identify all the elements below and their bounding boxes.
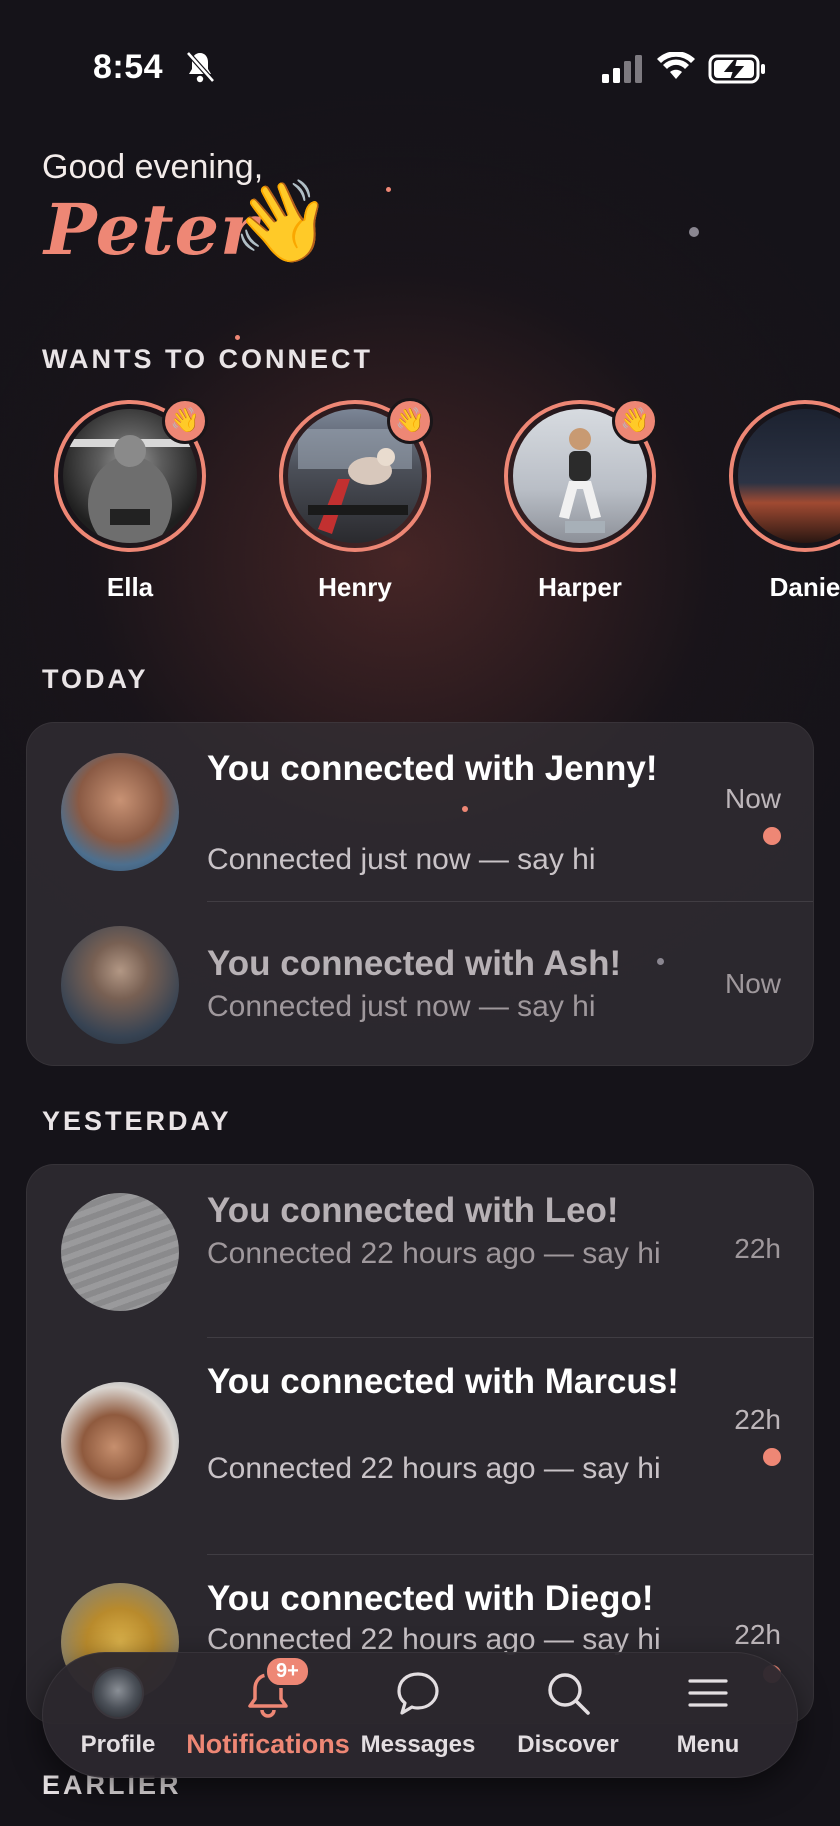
silent-mode-icon xyxy=(186,51,215,83)
avatar[interactable]: 👋 xyxy=(54,398,208,552)
connect-request-ella[interactable]: 👋 Ella xyxy=(40,398,220,603)
connect-request-danie[interactable]: Danie xyxy=(715,400,840,603)
person-name: Henry xyxy=(318,572,392,602)
tab-messages[interactable]: Messages xyxy=(343,1653,493,1779)
bottom-tab-bar: Profile 9+ Notifications Messages Discov… xyxy=(42,1652,798,1778)
avatar xyxy=(61,926,179,1044)
timestamp: 22h xyxy=(734,1404,781,1435)
battery-charging-icon xyxy=(708,54,765,84)
connect-request-row: 👋 Ella 👋 Henry 👋 Harper Danie xyxy=(0,398,840,610)
connect-request-henry[interactable]: 👋 Henry xyxy=(265,398,445,603)
wifi-icon xyxy=(657,52,695,79)
waving-hand-icon: 👋 xyxy=(232,177,332,266)
list-item[interactable]: You connected with Jenny! Connected just… xyxy=(27,723,813,901)
unread-dot xyxy=(763,1448,781,1466)
tab-discover[interactable]: Discover xyxy=(493,1653,643,1779)
tab-label: Messages xyxy=(360,1731,476,1758)
timestamp: 22h xyxy=(734,1619,781,1650)
today-card: You connected with Jenny! Connected just… xyxy=(26,722,814,1066)
user-name: Peter xyxy=(44,188,259,271)
decor-dot xyxy=(462,806,468,812)
avatar xyxy=(92,1667,144,1719)
decor-dot xyxy=(657,958,664,965)
avatar xyxy=(61,1193,179,1311)
chat-bubble-icon xyxy=(397,1672,439,1715)
wave-badge-icon: 👋 xyxy=(387,398,433,444)
avatar[interactable]: 👋 xyxy=(504,398,658,552)
decor-dot xyxy=(689,227,699,237)
avatar xyxy=(61,1382,179,1500)
list-item[interactable]: You connected with Leo! Connected 22 hou… xyxy=(27,1165,813,1337)
timestamp: Now xyxy=(724,783,781,814)
section-header-today: TODAY xyxy=(42,664,149,694)
cell-signal-icon xyxy=(602,55,642,83)
timestamp: 22h xyxy=(734,1233,781,1264)
tab-notifications[interactable]: 9+ Notifications xyxy=(183,1653,353,1779)
section-header-yesterday: YESTERDAY xyxy=(42,1106,232,1136)
notification-subtitle: Connected 22 hours ago — say hi xyxy=(207,1452,661,1485)
notification-title: You connected with Ash! xyxy=(207,944,622,983)
list-item[interactable]: You connected with Marcus! Connected 22 … xyxy=(27,1338,813,1554)
notification-count-badge: 9+ xyxy=(264,1655,311,1688)
notification-title: You connected with Marcus! xyxy=(207,1362,679,1401)
notification-title: You connected with Jenny! xyxy=(207,749,658,788)
status-bar: 8:54 xyxy=(0,0,840,140)
tab-label: Notifications xyxy=(186,1729,350,1759)
timestamp: Now xyxy=(724,968,781,999)
wave-badge-icon: 👋 xyxy=(162,398,208,444)
decor-dot xyxy=(386,187,391,192)
notification-title: You connected with Leo! xyxy=(207,1191,619,1230)
avatar xyxy=(61,753,179,871)
avatar[interactable] xyxy=(729,400,840,552)
person-name: Harper xyxy=(538,572,622,602)
section-header-wants-to-connect: WANTS TO CONNECT xyxy=(42,344,373,374)
person-name: Ella xyxy=(106,572,154,602)
unread-dot xyxy=(763,827,781,845)
tab-label: Profile xyxy=(80,1731,156,1758)
profile-photo xyxy=(738,409,840,543)
wave-badge-icon: 👋 xyxy=(612,398,658,444)
notification-subtitle: Connected just now — say hi xyxy=(207,990,596,1023)
notification-title: You connected with Diego! xyxy=(207,1579,654,1618)
notification-subtitle: Connected just now — say hi xyxy=(207,843,596,876)
person-name: Danie xyxy=(769,572,840,602)
tab-label: Menu xyxy=(676,1731,740,1758)
greeting-line: Good evening, xyxy=(42,148,264,186)
hamburger-icon xyxy=(688,1679,728,1707)
connect-request-harper[interactable]: 👋 Harper xyxy=(490,398,670,603)
tab-label: Discover xyxy=(517,1731,619,1758)
list-item[interactable]: You connected with Ash! Connected just n… xyxy=(27,902,813,1065)
status-time: 8:54 xyxy=(93,48,164,86)
decor-dot xyxy=(235,335,240,340)
notification-subtitle: Connected 22 hours ago — say hi xyxy=(207,1237,661,1270)
tab-menu[interactable]: Menu xyxy=(643,1653,773,1779)
avatar[interactable]: 👋 xyxy=(279,398,433,552)
search-icon xyxy=(548,1673,590,1715)
tab-profile[interactable]: Profile xyxy=(43,1653,193,1779)
yesterday-card: You connected with Leo! Connected 22 hou… xyxy=(26,1164,814,1724)
